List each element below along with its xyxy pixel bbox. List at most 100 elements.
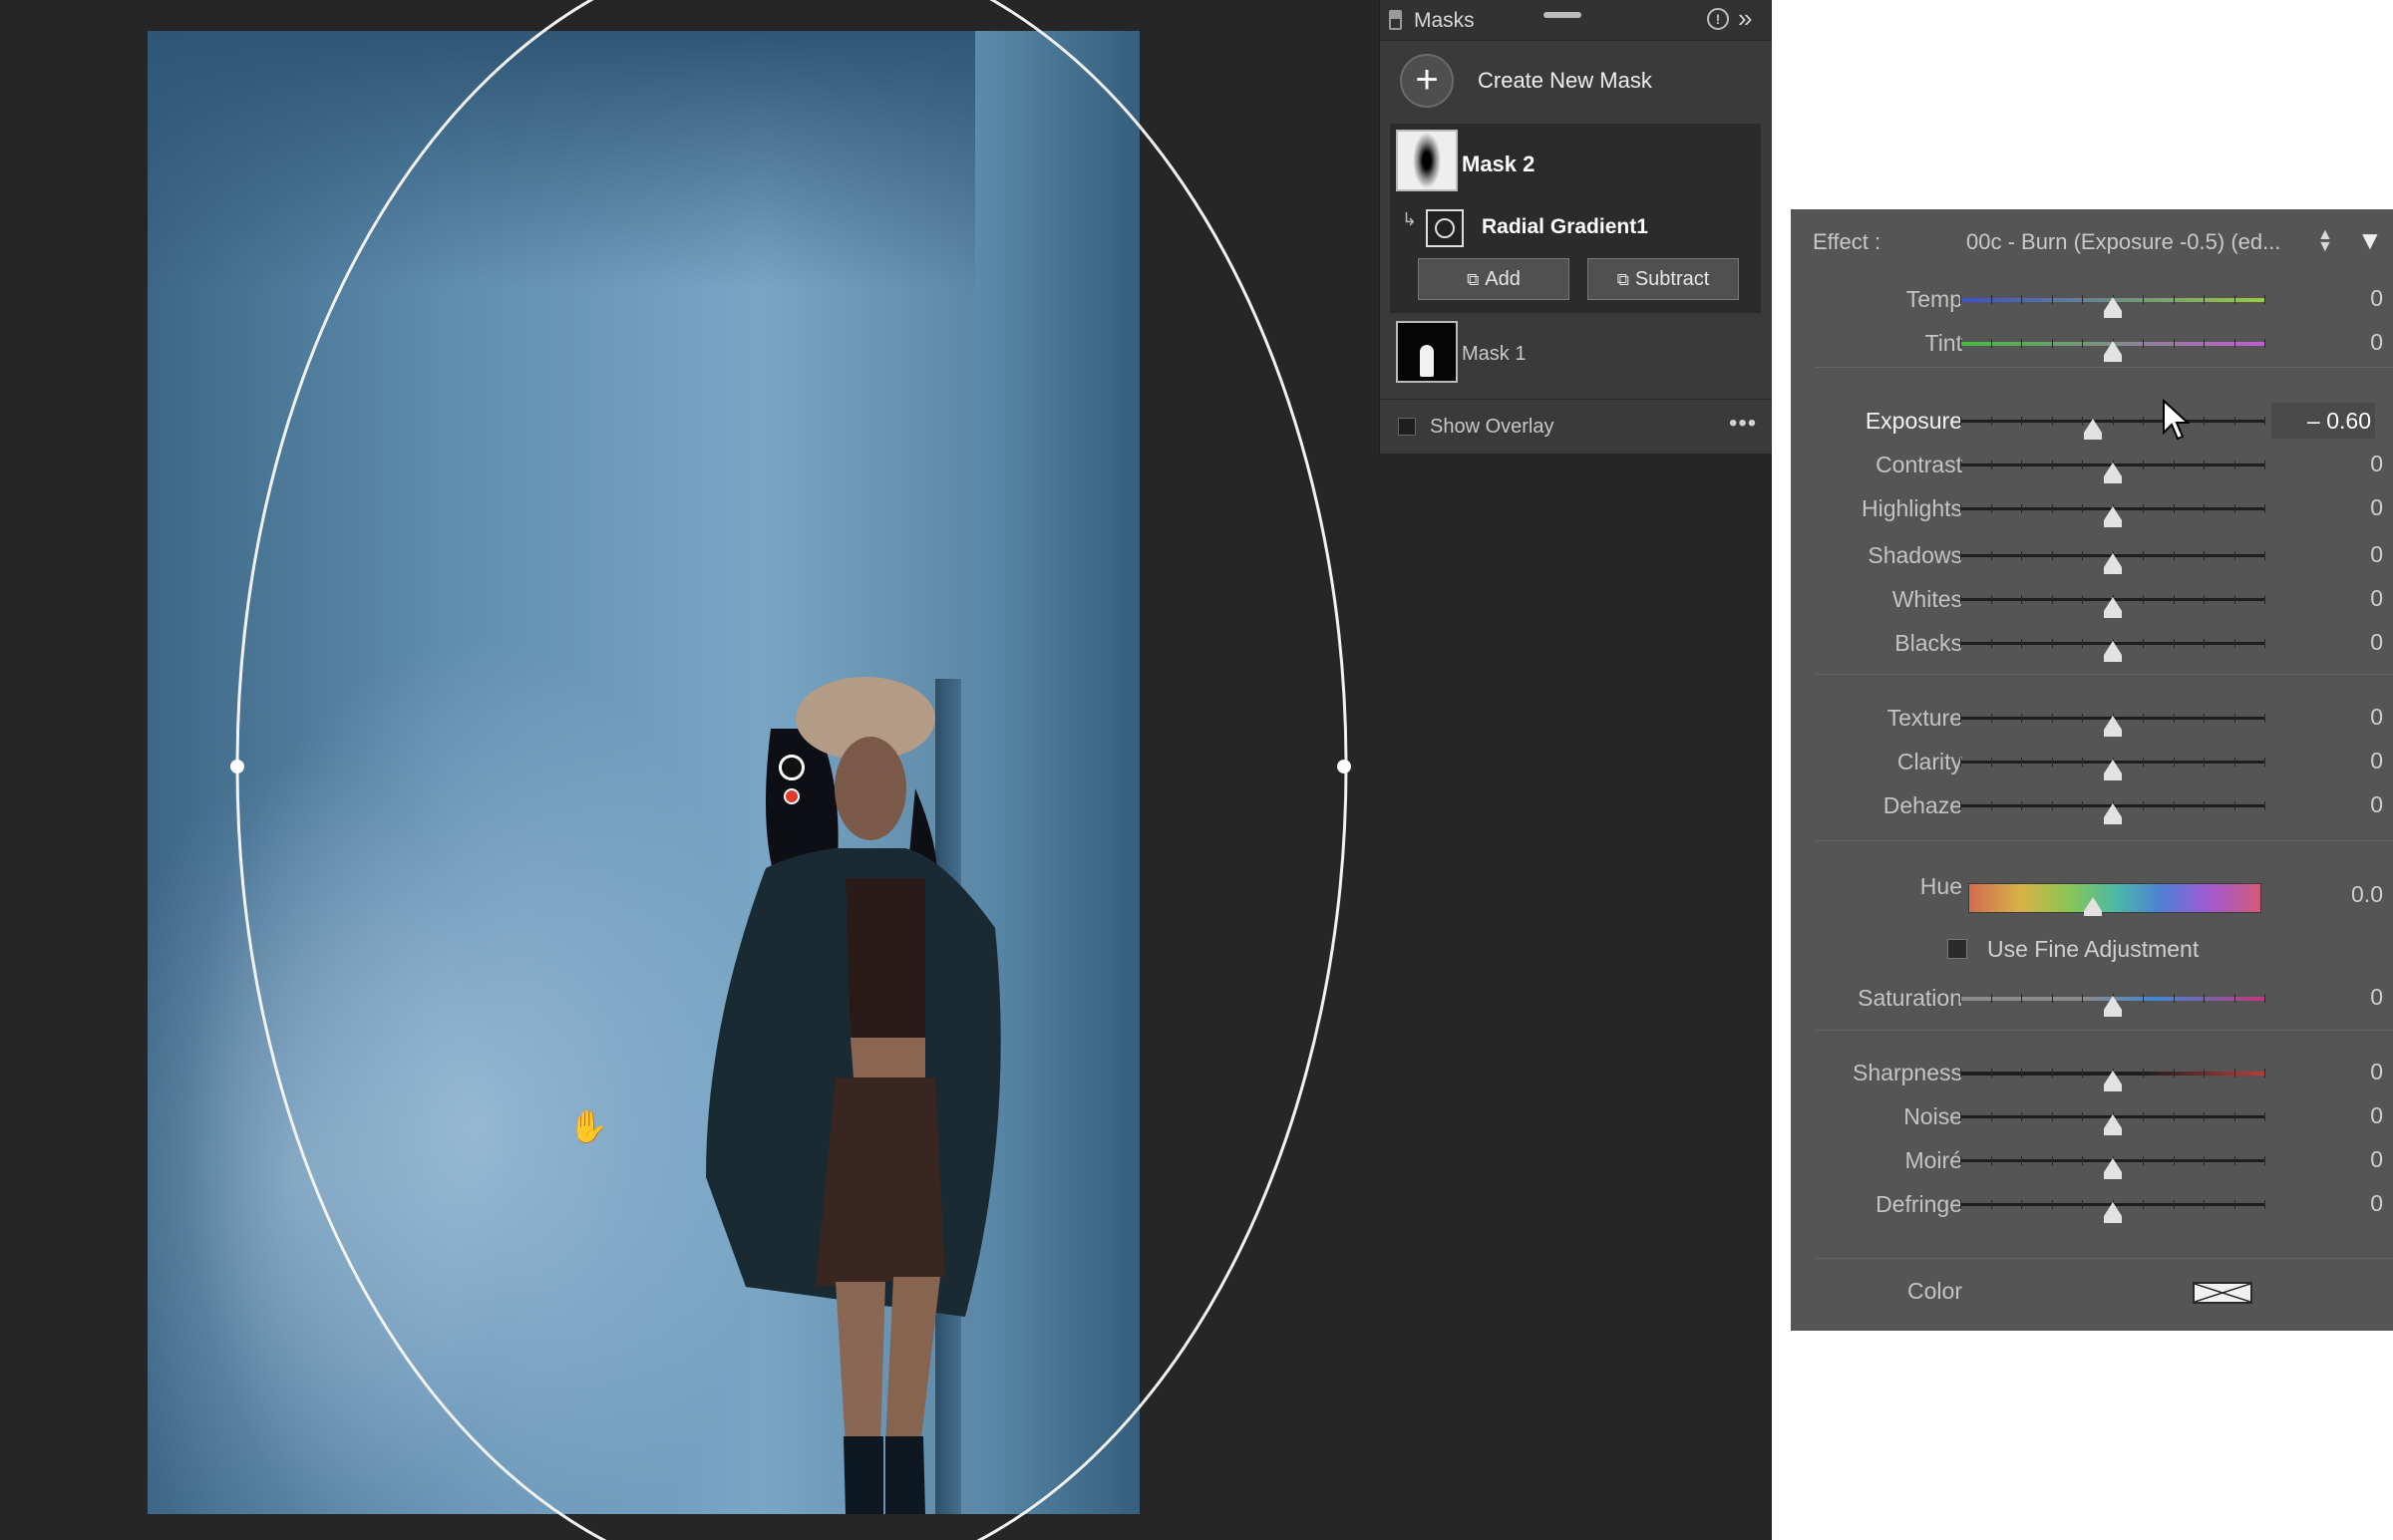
slider-tick — [2082, 504, 2083, 513]
radial-gradient-icon[interactable] — [1426, 209, 1464, 247]
whites-value[interactable]: 0 — [2285, 585, 2383, 612]
sharpness-slider-track[interactable] — [1960, 1069, 2265, 1091]
sharpness-slider-row: Sharpness 0 — [1791, 1051, 2393, 1094]
highlights-slider-thumb[interactable] — [2104, 506, 2122, 527]
mask-1-row[interactable]: Mask 1 — [1390, 317, 1761, 393]
mask-2-thumbnail[interactable] — [1396, 130, 1458, 191]
slider-tick — [1990, 295, 1992, 304]
defringe-value[interactable]: 0 — [2285, 1190, 2383, 1217]
moire-slider-track[interactable] — [1960, 1156, 2265, 1179]
mask-1-label: Mask 1 — [1462, 343, 1527, 365]
ellipse-handle-right[interactable] — [1337, 760, 1351, 773]
texture-slider-thumb[interactable] — [2104, 716, 2122, 737]
show-overlay-row: Show Overlay ••• — [1380, 399, 1772, 455]
info-icon[interactable]: ! — [1707, 8, 1729, 30]
saturation-slider-thumb[interactable] — [2104, 996, 2122, 1017]
slider-tick — [2233, 417, 2235, 426]
more-options-icon[interactable]: ••• — [1729, 410, 1757, 438]
defringe-slider-thumb[interactable] — [2104, 1202, 2122, 1223]
temp-slider-track[interactable] — [1960, 295, 2265, 318]
show-overlay-checkbox[interactable] — [1398, 418, 1416, 436]
tint-slider-track[interactable] — [1960, 339, 2265, 362]
sharpness-value[interactable]: 0 — [2285, 1059, 2383, 1085]
sharpness-slider-thumb[interactable] — [2104, 1071, 2122, 1091]
color-swatch[interactable] — [2193, 1282, 2252, 1304]
dehaze-value[interactable]: 0 — [2285, 791, 2383, 818]
hue-slider-track[interactable] — [1968, 883, 2261, 913]
hue-value[interactable]: 0.0 — [2285, 881, 2383, 908]
dehaze-slider-track[interactable] — [1960, 801, 2265, 824]
hue-slider-thumb[interactable] — [2084, 897, 2102, 916]
mask-2-group[interactable]: Mask 2 ↳ Radial Gradient1 ⧉ Add ⧉ Subtract — [1390, 124, 1761, 313]
slider-tick — [1990, 801, 1992, 810]
create-new-mask-button[interactable]: + Create New Mask — [1380, 44, 1772, 120]
clarity-slider-thumb[interactable] — [2104, 760, 2122, 780]
masks-panel-header[interactable]: Masks ! » — [1380, 0, 1772, 41]
contrast-slider-thumb[interactable] — [2104, 462, 2122, 483]
contrast-value[interactable]: 0 — [2285, 451, 2383, 477]
temp-value[interactable]: 0 — [2285, 285, 2383, 312]
moire-slider-thumb[interactable] — [2104, 1158, 2122, 1179]
noise-value[interactable]: 0 — [2285, 1102, 2383, 1129]
shadows-slider-track[interactable] — [1960, 551, 2265, 574]
sharpness-label: Sharpness — [1853, 1060, 1962, 1085]
shadows-slider-thumb[interactable] — [2104, 553, 2122, 574]
drag-handle-icon[interactable] — [1543, 12, 1581, 18]
slider-tick — [2021, 295, 2022, 304]
temp-slider-thumb[interactable] — [2104, 297, 2122, 318]
saturation-slider-track[interactable] — [1960, 994, 2265, 1017]
slider-tick — [2021, 417, 2022, 426]
panel-menu-triangle-icon[interactable]: ▼ — [2357, 225, 2383, 256]
mask-feather-pin[interactable] — [784, 788, 800, 804]
mask-1-thumbnail[interactable] — [1396, 321, 1458, 383]
blacks-slider-thumb[interactable] — [2104, 641, 2122, 662]
exposure-value[interactable]: – 0.60 — [2271, 403, 2375, 439]
exposure-slider-thumb[interactable] — [2084, 419, 2103, 440]
slider-tick — [2051, 1156, 2053, 1165]
slider-tick — [1960, 417, 1961, 426]
saturation-slider-row: Saturation 0 — [1791, 976, 2393, 1020]
slider-tick — [2233, 714, 2235, 723]
clarity-slider-track[interactable] — [1960, 758, 2265, 780]
clarity-value[interactable]: 0 — [2285, 748, 2383, 774]
dehaze-slider-thumb[interactable] — [2104, 803, 2122, 824]
show-overlay-label[interactable]: Show Overlay — [1430, 416, 1554, 439]
effect-stepper-icon[interactable]: ▲ ▼ — [2317, 227, 2333, 255]
blacks-value[interactable]: 0 — [2285, 629, 2383, 656]
highlights-slider-track[interactable] — [1960, 504, 2265, 527]
tint-value[interactable]: 0 — [2285, 329, 2383, 356]
noise-slider-thumb[interactable] — [2104, 1114, 2122, 1135]
mask-center-pin[interactable] — [779, 755, 805, 780]
tint-slider-thumb[interactable] — [2104, 341, 2122, 362]
moire-value[interactable]: 0 — [2285, 1146, 2383, 1173]
slider-tick — [2233, 758, 2235, 767]
blacks-slider-track[interactable] — [1960, 639, 2265, 662]
texture-value[interactable]: 0 — [2285, 704, 2383, 731]
add-mask-button[interactable]: ⧉ Add — [1418, 258, 1569, 300]
texture-slider-track[interactable] — [1960, 714, 2265, 737]
slider-tick — [2264, 595, 2265, 604]
fine-adjustment-label[interactable]: Use Fine Adjustment — [1987, 936, 2199, 963]
subtract-mask-button[interactable]: ⧉ Subtract — [1587, 258, 1739, 300]
slider-tick — [1960, 1200, 1961, 1209]
fine-adjustment-checkbox[interactable] — [1947, 939, 1967, 959]
highlights-slider-row: Highlights 0 — [1791, 486, 2393, 530]
slider-tick — [2173, 1112, 2175, 1121]
exposure-slider-track[interactable] — [1960, 417, 2265, 440]
plus-icon[interactable]: + — [1400, 54, 1454, 108]
slider-tick — [2082, 639, 2083, 648]
radial-gradient-label[interactable]: Radial Gradient1 — [1482, 215, 1648, 239]
highlights-value[interactable]: 0 — [2285, 494, 2383, 521]
noise-slider-track[interactable] — [1960, 1112, 2265, 1135]
defringe-slider-track[interactable] — [1960, 1200, 2265, 1223]
effect-preset-dropdown[interactable]: 00c - Burn (Exposure -0.5) (ed... — [1966, 229, 2280, 255]
ellipse-handle-left[interactable] — [230, 760, 244, 773]
slider-tick — [2143, 714, 2144, 723]
saturation-value[interactable]: 0 — [2285, 984, 2383, 1011]
shadows-value[interactable]: 0 — [2285, 541, 2383, 568]
whites-slider-track[interactable] — [1960, 595, 2265, 618]
slider-tick — [2173, 295, 2175, 304]
collapse-panel-icon[interactable]: » — [1738, 3, 1752, 34]
whites-slider-thumb[interactable] — [2104, 597, 2122, 618]
contrast-slider-track[interactable] — [1960, 461, 2265, 483]
